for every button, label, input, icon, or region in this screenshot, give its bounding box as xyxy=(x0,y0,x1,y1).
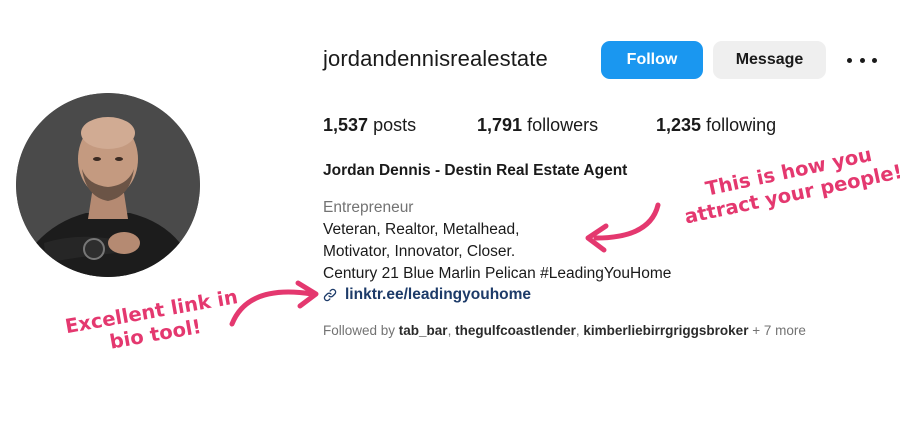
following-count: 1,235 xyxy=(656,115,702,135)
posts-label: posts xyxy=(373,115,417,135)
followed-by[interactable]: Followed by tab_bar, thegulfcoastlender,… xyxy=(323,323,806,338)
avatar-image xyxy=(16,93,200,277)
followers-stat[interactable]: 1,791 followers xyxy=(477,115,598,136)
followed-by-suffix: + 7 more xyxy=(748,323,806,338)
bio-line: Century 21 Blue Marlin Pelican #LeadingY… xyxy=(323,265,672,282)
dot xyxy=(847,57,852,63)
followed-by-user[interactable]: thegulfcoastlender xyxy=(455,323,576,338)
followers-count: 1,791 xyxy=(477,115,523,135)
bio-link-text: linktr.ee/leadingyouhome xyxy=(345,286,532,303)
profile-avatar[interactable] xyxy=(16,93,200,277)
arrow-head xyxy=(295,280,319,309)
annotation-link: Excellent link in bio tool! xyxy=(63,285,243,361)
followed-by-prefix: Followed by xyxy=(323,323,399,338)
followed-by-user[interactable]: kimberliebirrgriggsbroker xyxy=(583,323,748,338)
profile-username: jordandennisrealestate xyxy=(323,46,548,71)
profile-category: Entrepreneur xyxy=(323,199,414,216)
dot xyxy=(859,57,865,63)
link-icon xyxy=(323,288,337,302)
separator: , xyxy=(447,323,456,338)
followed-by-user[interactable]: tab_bar xyxy=(399,323,448,338)
dot xyxy=(872,57,877,63)
follow-button[interactable]: Follow xyxy=(601,41,703,79)
posts-stat: 1,537 posts xyxy=(323,115,416,136)
following-label: following xyxy=(706,115,777,135)
followers-label: followers xyxy=(527,115,599,135)
bio-link[interactable]: linktr.ee/leadingyouhome xyxy=(322,286,531,304)
more-options-icon[interactable] xyxy=(847,50,877,70)
profile-full-name: Jordan Dennis - Destin Real Estate Agent xyxy=(323,162,628,179)
bio-line: Motivator, Innovator, Closer. xyxy=(323,243,516,260)
message-button[interactable]: Message xyxy=(713,41,826,79)
arrow-to-bio xyxy=(593,202,661,241)
annotation-bio: This is how you attract your people! xyxy=(678,137,900,229)
bio-line: Veteran, Realtor, Metalhead, xyxy=(323,221,520,238)
arrow-head xyxy=(585,223,609,253)
following-stat[interactable]: 1,235 following xyxy=(656,115,776,136)
arrow-to-link xyxy=(229,289,315,327)
posts-count: 1,537 xyxy=(323,115,369,135)
